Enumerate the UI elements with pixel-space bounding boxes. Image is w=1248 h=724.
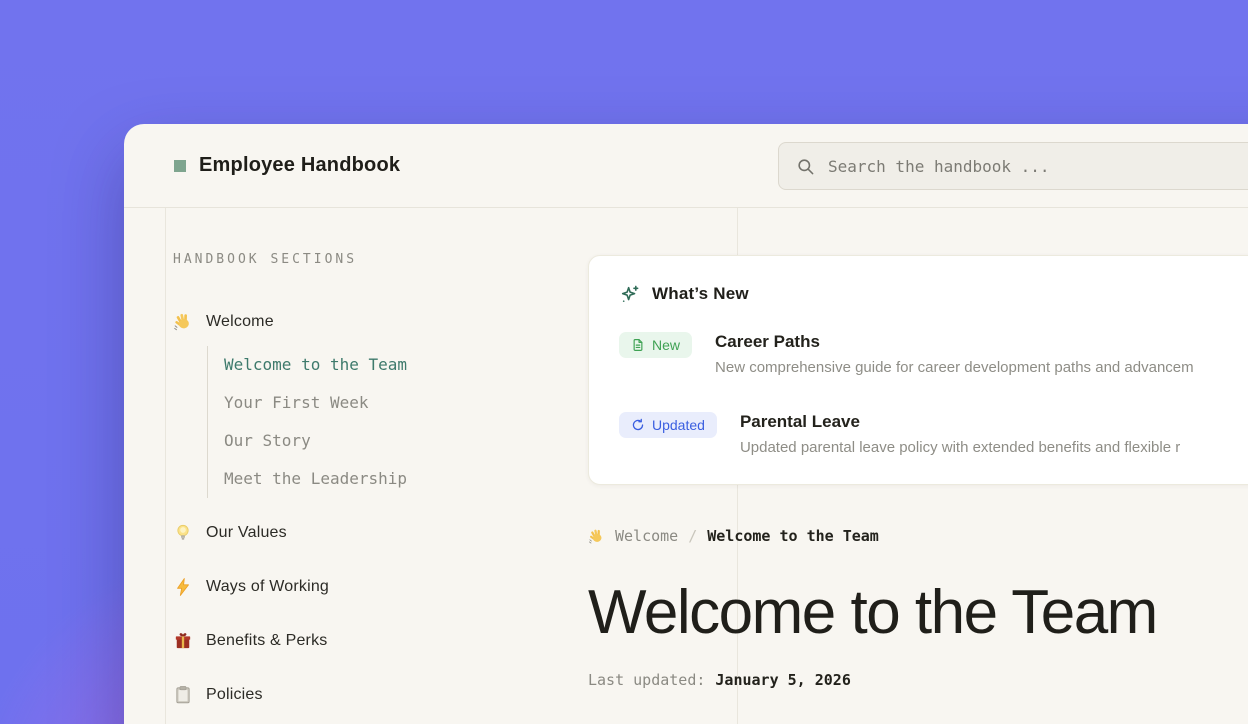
app-window: Employee Handbook HANDBOOK SECTIONS <box>124 124 1248 724</box>
sparkles-icon <box>619 284 640 305</box>
refresh-icon <box>631 418 645 432</box>
clipboard-icon <box>173 685 193 705</box>
whats-new-item-career-paths[interactable]: New Career Paths New comprehensive guide… <box>619 332 1248 378</box>
sidebar-item-label: Benefits & Perks <box>206 632 327 650</box>
whats-new-card: What’s New New Career Paths New com <box>588 255 1248 485</box>
sidebar-subitem-our-story[interactable]: Our Story <box>224 422 553 460</box>
new-badge: New <box>619 332 692 358</box>
sidebar-sublist-welcome: Welcome to the Team Your First Week Our … <box>207 346 553 498</box>
badge-label: Updated <box>652 417 705 433</box>
sidebar-item-policies[interactable]: Policies <box>173 682 553 708</box>
search-input[interactable] <box>828 157 1248 176</box>
lightning-bolt-icon <box>173 577 193 597</box>
search-icon <box>796 157 815 176</box>
whats-new-title: What’s New <box>652 284 749 304</box>
waving-hand-icon <box>173 312 193 332</box>
sidebar-item-label: Ways of Working <box>206 578 329 596</box>
sidebar-subitem-welcome-to-the-team[interactable]: Welcome to the Team <box>224 346 553 384</box>
page-title: Welcome to the Team <box>588 577 1248 649</box>
light-bulb-icon <box>173 523 193 543</box>
sidebar-item-label: Welcome <box>206 313 274 331</box>
sidebar-item-benefits-perks[interactable]: Benefits & Perks <box>173 628 553 654</box>
whats-new-item-text: Parental Leave Updated parental leave po… <box>740 412 1180 458</box>
whats-new-item-title: Parental Leave <box>740 412 1180 432</box>
whats-new-item-description: Updated parental leave policy with exten… <box>740 438 1180 458</box>
sidebar: HANDBOOK SECTIONS Welcome Welcome to the <box>173 252 553 708</box>
sidebar-item-label: Policies <box>206 686 263 704</box>
whats-new-item-text: Career Paths New comprehensive guide for… <box>715 332 1194 378</box>
desktop-background: { "app": { "title": "Employee Handbook" … <box>0 0 1248 724</box>
sidebar-item-ways-of-working[interactable]: Ways of Working <box>173 574 553 600</box>
search-bar[interactable] <box>778 142 1248 190</box>
last-updated-value: January 5, 2026 <box>715 671 850 691</box>
whats-new-item-parental-leave[interactable]: Updated Parental Leave Updated parental … <box>619 412 1248 458</box>
breadcrumb-section-link[interactable]: Welcome <box>615 527 678 545</box>
breadcrumb-separator: / <box>688 527 697 545</box>
sidebar-item-our-values[interactable]: Our Values <box>173 520 553 546</box>
sidebar-heading: HANDBOOK SECTIONS <box>173 252 553 268</box>
sidebar-subitem-your-first-week[interactable]: Your First Week <box>224 384 553 422</box>
document-icon <box>631 338 645 352</box>
main-content: What’s New New Career Paths New com <box>588 255 1248 691</box>
app-title: Employee Handbook <box>199 154 400 177</box>
sidebar-item-welcome[interactable]: Welcome <box>173 309 553 335</box>
badge-label: New <box>652 337 680 353</box>
whats-new-item-description: New comprehensive guide for career devel… <box>715 358 1194 378</box>
column-rule-left <box>165 208 166 724</box>
sidebar-item-label: Our Values <box>206 524 287 542</box>
updated-badge: Updated <box>619 412 717 438</box>
sidebar-subitem-meet-the-leadership[interactable]: Meet the Leadership <box>224 460 553 498</box>
app-header: Employee Handbook <box>124 124 1248 208</box>
waving-hand-icon <box>588 528 605 545</box>
breadcrumb-current-page: Welcome to the Team <box>707 527 879 545</box>
whats-new-item-title: Career Paths <box>715 332 1194 352</box>
breadcrumb: Welcome / Welcome to the Team <box>588 525 1248 547</box>
gift-icon <box>173 631 193 651</box>
whats-new-header: What’s New <box>619 282 1248 306</box>
last-updated-label: Last updated: <box>588 671 705 691</box>
app-logo-square-icon <box>174 160 186 172</box>
last-updated: Last updated: January 5, 2026 <box>588 671 1248 691</box>
